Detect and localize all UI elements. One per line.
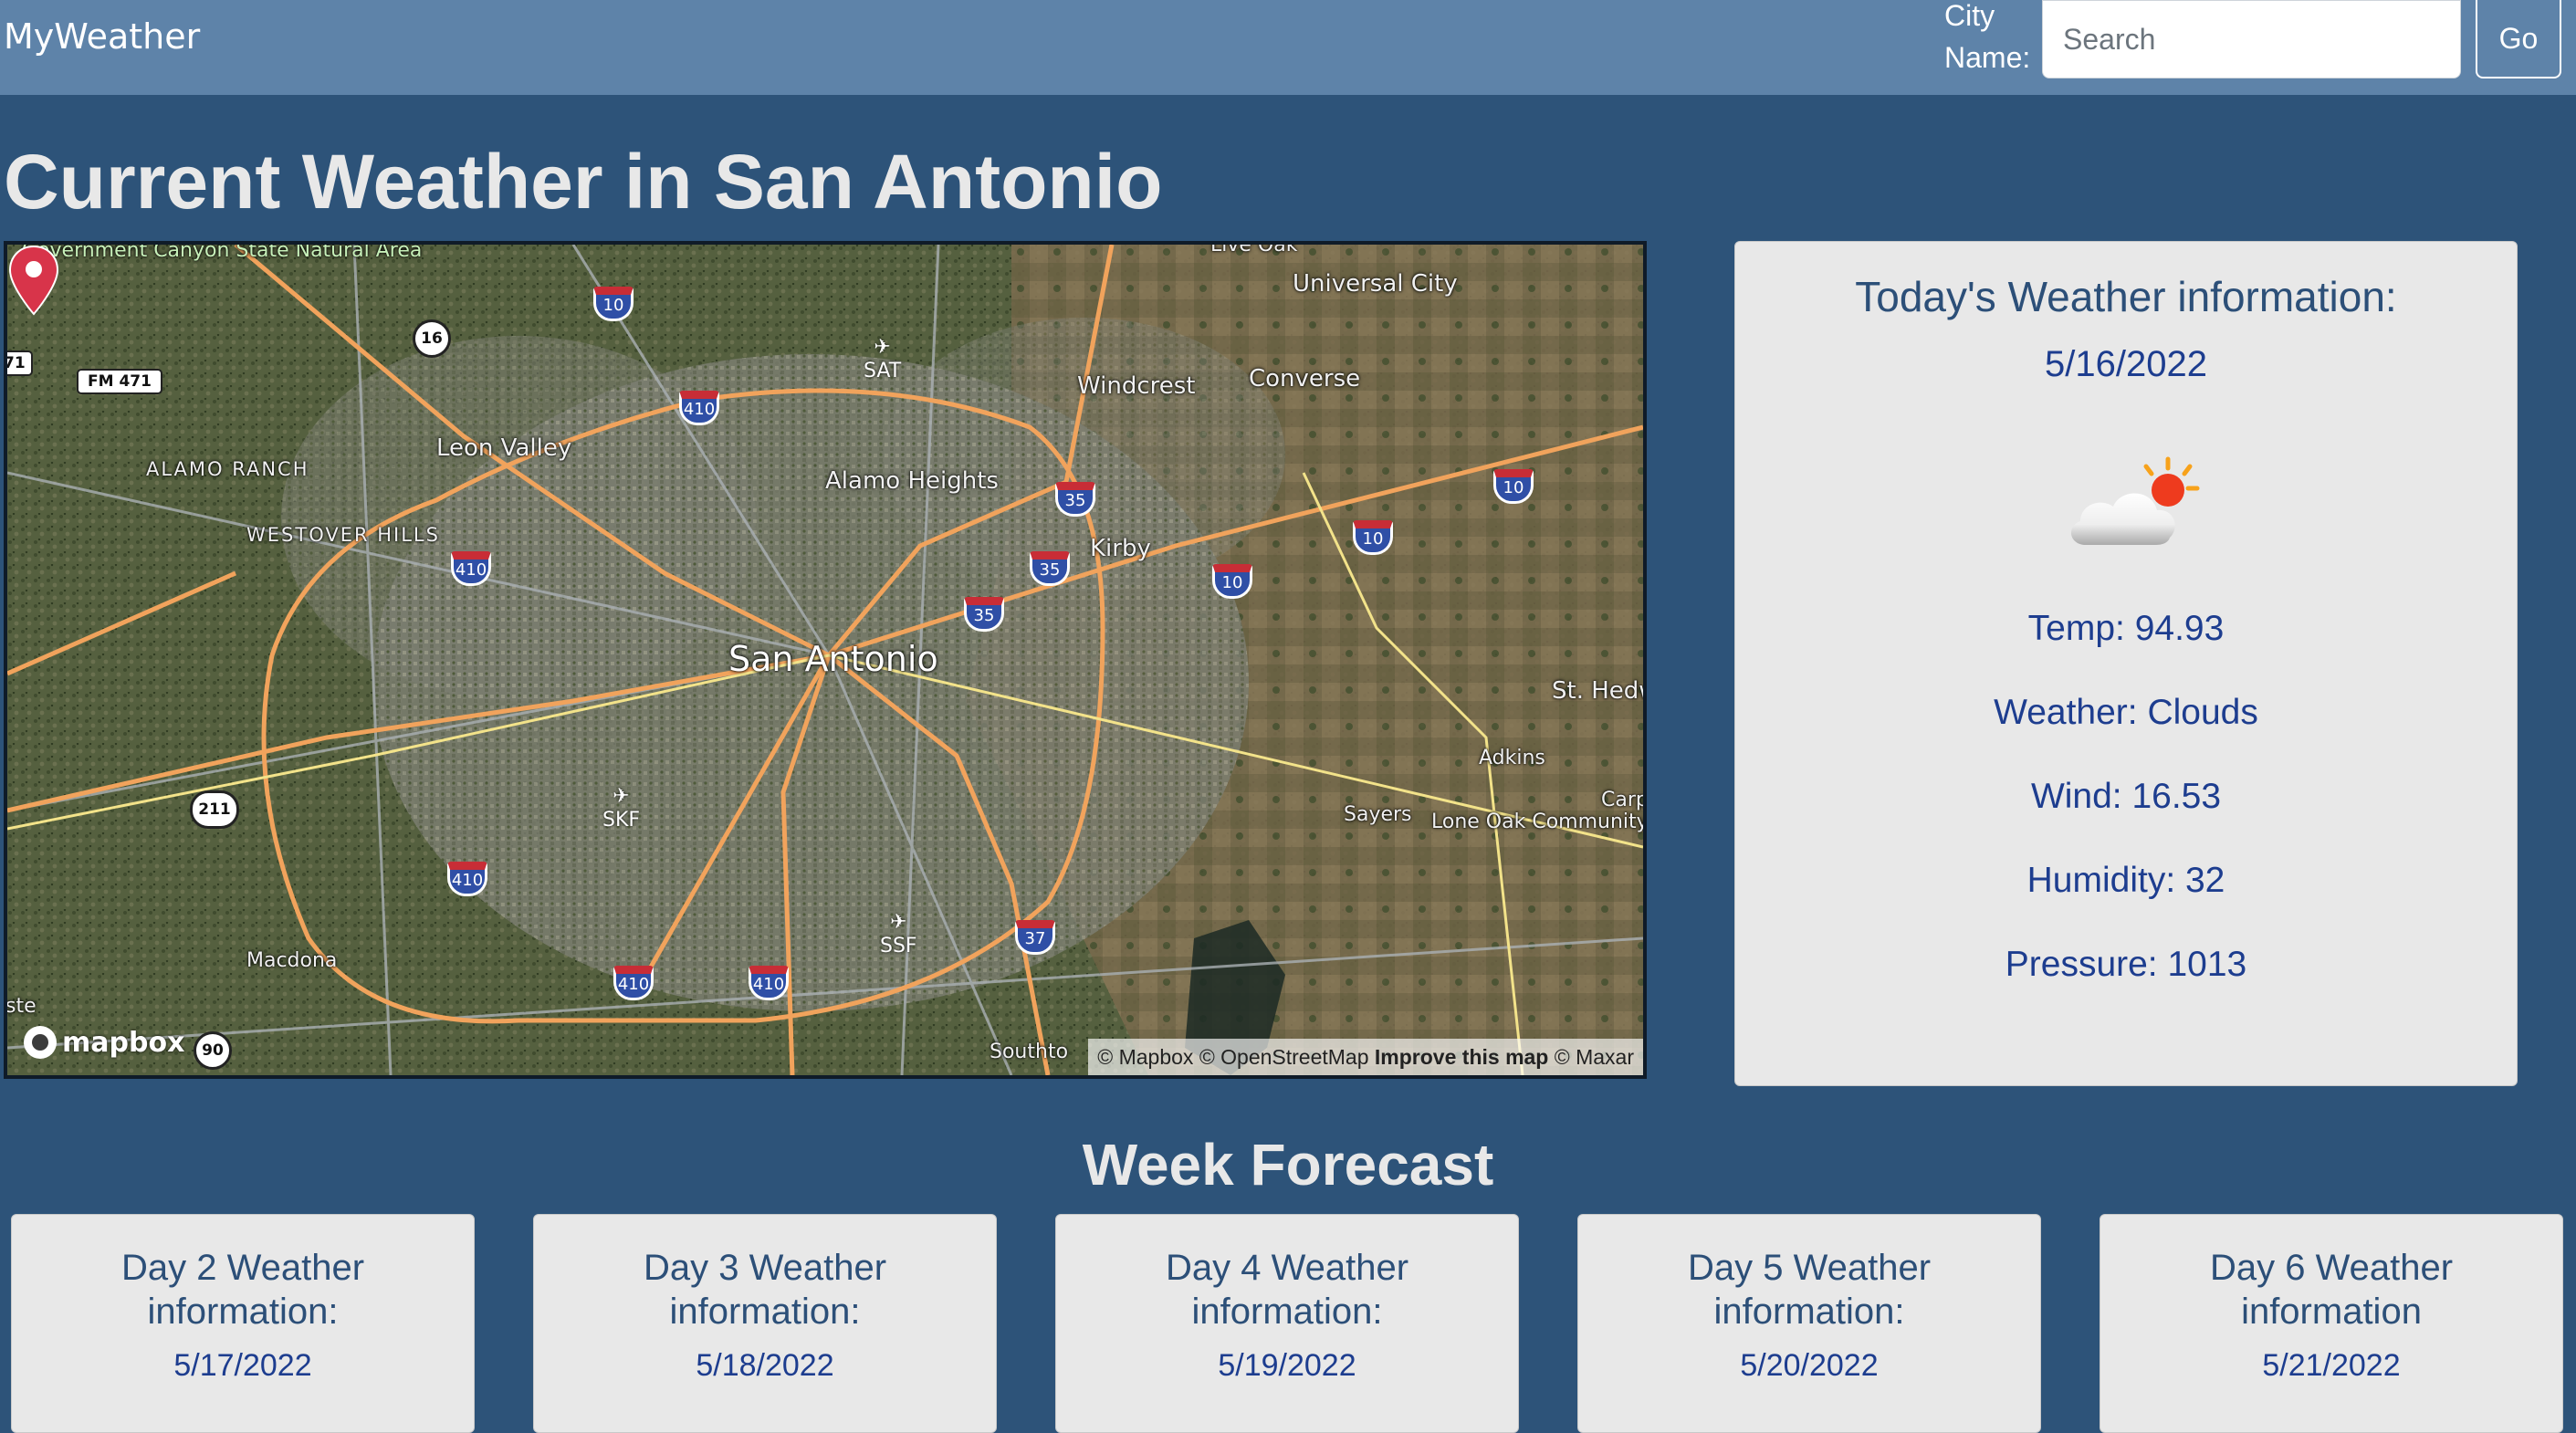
forecast-card-title: Day 4 Weather information:	[1165, 1248, 1409, 1332]
forecast-card-day-3: Day 3 Weather information: 5/18/2022	[533, 1214, 997, 1433]
forecast-card-date: 5/21/2022	[2262, 1348, 2401, 1383]
airport-ssf-icon: ✈ SSF	[880, 911, 917, 957]
airport-sat-icon: ✈ SAT	[864, 336, 902, 382]
brand-logo[interactable]: MyWeather	[4, 13, 200, 60]
map-label-st-hedwig: St. Hedw	[1552, 677, 1643, 705]
page-title: Current Weather in San Antonio	[4, 139, 1163, 225]
map-label-leon-valley: Leon Valley	[436, 434, 572, 462]
navbar: MyWeather City Name: Go	[0, 0, 2576, 95]
i410-shield-icon: 410	[451, 551, 491, 586]
today-humidity: Humidity: 32	[2026, 861, 2225, 900]
i35-shield-icon: 35	[1055, 482, 1095, 517]
map-label-converse: Converse	[1249, 365, 1361, 392]
route-16-icon: 16	[413, 319, 451, 358]
attribution-maxar-link[interactable]: © Maxar	[1555, 1045, 1634, 1069]
forecast-card-title: Day 2 Weather information:	[120, 1248, 365, 1332]
forecast-card-date: 5/19/2022	[1218, 1348, 1356, 1383]
i10-shield-icon: 10	[593, 287, 634, 321]
i35-shield-icon: 35	[964, 597, 1004, 632]
today-date: 5/16/2022	[2045, 344, 2207, 384]
forecast-card-date: 5/18/2022	[696, 1348, 834, 1383]
forecast-card-title: Day 5 Weather information:	[1687, 1248, 1932, 1332]
today-weather-card: Today's Weather information: 5/16/2022 T…	[1734, 241, 2518, 1086]
i10-shield-icon: 10	[1493, 469, 1534, 504]
i35-shield-icon: 35	[1030, 551, 1070, 586]
mapbox-logo[interactable]: mapbox	[24, 1026, 184, 1059]
map-label-lone-oak: Lone Oak Community	[1431, 811, 1647, 833]
partly-cloudy-icon	[2070, 456, 2200, 545]
forecast-card-day-6: Day 6 Weather information 5/21/2022	[2100, 1214, 2563, 1433]
mapbox-logo-icon	[24, 1026, 57, 1059]
forecast-card-title: Day 6 Weather information	[2209, 1248, 2454, 1332]
city-search-input[interactable]	[2042, 0, 2461, 78]
map-label-windcrest: Windcrest	[1077, 372, 1196, 400]
today-pressure: Pressure: 1013	[2005, 945, 2247, 984]
fm-471-icon: FM 471	[77, 369, 162, 394]
mapbox-logo-text: mapbox	[62, 1026, 185, 1059]
route-211-icon: 211	[190, 790, 239, 829]
today-weather: Weather: Clouds	[1994, 693, 2258, 732]
today-temp: Temp: 94.93	[2027, 609, 2225, 648]
map-label-sayers: Sayers	[1344, 803, 1412, 826]
forecast-card-date: 5/17/2022	[173, 1348, 312, 1383]
forecast-card-title: Day 3 Weather information:	[643, 1248, 887, 1332]
i410-shield-icon: 410	[447, 862, 487, 896]
attribution-osm-link[interactable]: © OpenStreetMap	[1199, 1045, 1369, 1069]
map-label-alamo-heights: Alamo Heights	[825, 467, 999, 495]
city-map[interactable]: Government Canyon State Natural Area Liv…	[4, 241, 1647, 1079]
forecast-card-day-2: Day 2 Weather information: 5/17/2022	[11, 1214, 475, 1433]
map-label-universal-city: Universal City	[1293, 270, 1458, 298]
attribution-mapbox-link[interactable]: © Mapbox	[1097, 1045, 1193, 1069]
map-label-westover-hills: WESTOVER HILLS	[246, 524, 440, 546]
route-71-icon: 71	[7, 350, 33, 376]
map-label-edge: ste	[5, 995, 37, 1018]
i410-shield-icon: 410	[613, 966, 654, 1000]
today-wind: Wind: 16.53	[2030, 777, 2222, 816]
week-forecast-title: Week Forecast	[1082, 1132, 1494, 1198]
city-name-label: City Name:	[1944, 0, 2031, 74]
i410-shield-icon: 410	[679, 391, 719, 425]
i10-shield-icon: 10	[1353, 520, 1393, 555]
map-label-macdona: Macdona	[246, 949, 338, 972]
map-label-alamo-ranch: ALAMO RANCH	[146, 458, 309, 480]
map-label-san-antonio: San Antonio	[728, 639, 938, 679]
airport-skf-label: SKF	[602, 809, 641, 832]
map-label-adkins: Adkins	[1479, 747, 1545, 769]
forecast-card-day-5: Day 5 Weather information: 5/20/2022	[1577, 1214, 2041, 1433]
forecast-card-day-4: Day 4 Weather information: 5/19/2022	[1055, 1214, 1519, 1433]
forecast-card-date: 5/20/2022	[1740, 1348, 1879, 1383]
go-button[interactable]: Go	[2476, 0, 2561, 78]
map-label-kirby: Kirby	[1090, 535, 1151, 562]
map-label-southton: Southto	[990, 1041, 1069, 1063]
i37-shield-icon: 37	[1015, 920, 1055, 955]
map-attribution: © Mapbox © OpenStreetMap Improve this ma…	[1088, 1039, 1643, 1075]
airport-ssf-label: SSF	[880, 935, 917, 957]
airport-sat-label: SAT	[864, 360, 902, 382]
map-label-live-oak: Live Oak	[1210, 241, 1298, 256]
map-label-carp: Carp	[1601, 789, 1647, 811]
location-pin-icon[interactable]	[7, 245, 60, 316]
i10-shield-icon: 10	[1212, 564, 1252, 599]
us-90-icon: 90	[194, 1031, 232, 1070]
i410-shield-icon: 410	[749, 966, 789, 1000]
improve-map-link[interactable]: Improve this map	[1375, 1045, 1548, 1069]
airport-skf-icon: ✈ SKF	[602, 785, 641, 832]
today-weather-title: Today's Weather information:	[1855, 273, 2397, 320]
